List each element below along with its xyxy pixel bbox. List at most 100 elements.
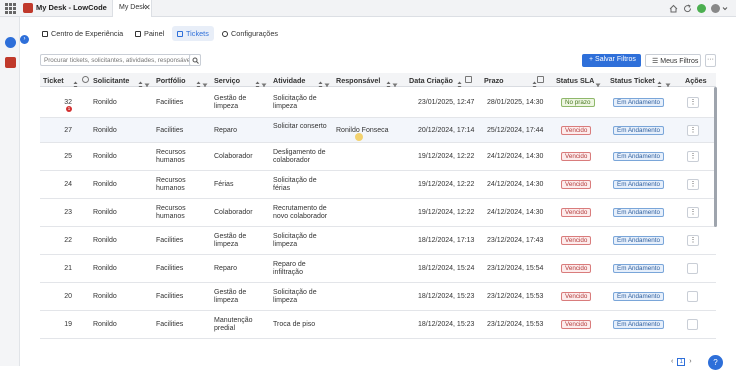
- ticket-status-badge: Em Andamento: [613, 292, 665, 301]
- profile-status-icon[interactable]: [697, 4, 706, 13]
- filter-icon[interactable]: [261, 76, 267, 89]
- my-filters-button[interactable]: ☰ Meus Filtros: [645, 54, 701, 67]
- sort-icon[interactable]: [138, 76, 143, 89]
- refresh-icon[interactable]: [683, 4, 692, 13]
- filter-icon[interactable]: [595, 76, 601, 89]
- row-actions-button[interactable]: ⋮: [687, 235, 699, 246]
- close-icon[interactable]: ✕: [144, 3, 151, 12]
- created-date-cell: 18/12/2024, 15:24: [418, 265, 475, 272]
- ticket-id: 27: [64, 127, 72, 134]
- table-row[interactable]: 20 Ronildo Facilities Gestão de limpeza Soli…: [40, 283, 716, 311]
- column-header[interactable]: Status SLA: [556, 76, 594, 85]
- table-row[interactable]: 19 Ronildo Facilities Manutenção predial Tro…: [40, 311, 716, 339]
- column-header[interactable]: Atividade: [273, 76, 305, 85]
- calendar-icon[interactable]: [465, 76, 472, 83]
- ticket-id: 20: [64, 293, 72, 300]
- filter-icon[interactable]: [144, 76, 150, 89]
- sort-icon[interactable]: [73, 76, 78, 89]
- search-button[interactable]: [189, 54, 201, 66]
- table-row[interactable]: 25 Ronildo Recursos humanos Colaborador Desl…: [40, 143, 716, 171]
- ticket-status-badge: Em Andamento: [613, 236, 665, 245]
- pagination: ‹ 1 ›: [671, 358, 692, 366]
- sort-icon[interactable]: [457, 76, 462, 89]
- portfolio-cell: Recursos humanos: [156, 177, 186, 193]
- activity-cell: Desligamento de colaborador: [273, 149, 326, 165]
- table-row[interactable]: 32 1 Ronildo Facilities Gestão de limpeza Sol…: [40, 87, 716, 118]
- row-actions-button[interactable]: [687, 263, 698, 274]
- row-actions-button[interactable]: ⋮: [687, 97, 699, 108]
- filter-icon[interactable]: [665, 76, 671, 89]
- sort-icon[interactable]: [657, 76, 662, 89]
- tab-label: Centro de Experiência: [51, 29, 124, 38]
- chevron-down-icon[interactable]: [722, 4, 728, 13]
- row-actions-button[interactable]: [687, 291, 698, 302]
- filter-icon[interactable]: [324, 76, 330, 89]
- tab-painel[interactable]: Painel: [130, 26, 169, 41]
- created-date-cell: 19/12/2024, 12:22: [418, 153, 475, 160]
- tab-centro-experiencia[interactable]: Centro de Experiência: [37, 26, 128, 41]
- column-header[interactable]: Ticket: [43, 76, 64, 85]
- column-header[interactable]: Status Ticket: [610, 76, 655, 85]
- search-input[interactable]: [40, 54, 201, 66]
- sort-icon[interactable]: [386, 76, 391, 89]
- row-actions-button[interactable]: [687, 319, 698, 330]
- search-icon[interactable]: [82, 76, 89, 83]
- save-filters-label: Salvar Filtros: [595, 56, 636, 63]
- ticket-status-badge: Em Andamento: [613, 180, 665, 189]
- prev-page-button[interactable]: ‹: [671, 358, 673, 365]
- calendar-icon[interactable]: [537, 76, 544, 83]
- column-header[interactable]: Prazo: [484, 76, 504, 85]
- row-actions-button[interactable]: ⋮: [687, 125, 699, 136]
- tab-tickets[interactable]: Tickets: [172, 26, 214, 41]
- user-icon[interactable]: [5, 37, 16, 48]
- sort-icon[interactable]: [318, 76, 323, 89]
- filter-icon[interactable]: [392, 76, 398, 89]
- notification-badge: 1: [66, 106, 72, 112]
- filter-icon[interactable]: [202, 76, 208, 89]
- due-date-cell: 23/12/2024, 15:53: [487, 321, 544, 328]
- sla-status-badge: Vencido: [561, 152, 592, 161]
- row-actions-button[interactable]: ⋮: [687, 207, 699, 218]
- more-options-button[interactable]: ···: [705, 54, 716, 67]
- scrollbar[interactable]: [714, 87, 717, 227]
- column-header[interactable]: Ações: [685, 76, 707, 85]
- save-filters-button[interactable]: + Salvar Filtros: [582, 54, 641, 67]
- app-shortcut-icon[interactable]: [5, 57, 16, 68]
- portfolio-cell: Facilities: [156, 321, 184, 328]
- portfolio-cell: Facilities: [156, 99, 184, 106]
- column-header[interactable]: Serviço: [214, 76, 240, 85]
- sla-status-badge: Vencido: [561, 292, 592, 301]
- table-row[interactable]: 27 Ronildo Facilities Reparo Solicitar conse…: [40, 118, 716, 143]
- table-row[interactable]: 23 Ronildo Recursos humanos Colaborador Recr…: [40, 199, 716, 227]
- sort-icon[interactable]: [255, 76, 260, 89]
- main-content: Centro de Experiência Painel Tickets Con…: [31, 17, 736, 370]
- home-icon[interactable]: [669, 4, 678, 13]
- table-row[interactable]: 21 Ronildo Facilities Reparo Reparo de infil…: [40, 255, 716, 283]
- column-header[interactable]: Data Criação: [409, 76, 453, 85]
- row-actions-button[interactable]: ⋮: [687, 179, 699, 190]
- tab-my-desk[interactable]: My Desk ✕: [112, 0, 152, 17]
- help-button[interactable]: ?: [708, 355, 723, 370]
- page-number[interactable]: 1: [677, 358, 686, 366]
- service-cell: Férias: [214, 181, 234, 188]
- avatar[interactable]: [711, 4, 720, 13]
- next-page-button[interactable]: ›: [689, 358, 691, 365]
- column-header[interactable]: Solicitante: [93, 76, 129, 85]
- column-header[interactable]: Responsável: [336, 76, 380, 85]
- table-row[interactable]: 24 Ronildo Recursos humanos Férias Solicitaç…: [40, 171, 716, 199]
- activity-cell: Recrutamento de novo colaborador: [273, 205, 328, 221]
- column-header[interactable]: Portfólio: [156, 76, 186, 85]
- activity-cell: Reparo de infiltração: [273, 261, 306, 277]
- row-actions-button[interactable]: ⋮: [687, 151, 699, 162]
- ticket-id: 25: [64, 153, 72, 160]
- tab-configuracoes[interactable]: Configurações: [217, 26, 283, 41]
- sla-status-badge: Vencido: [561, 236, 592, 245]
- ticket-status-badge: Em Andamento: [613, 264, 665, 273]
- apps-grid-icon[interactable]: [5, 3, 16, 14]
- activity-cell: Solicitação de limpeza: [273, 289, 317, 305]
- sidebar-toggle-button[interactable]: ›: [20, 35, 29, 44]
- service-cell: Gestão de limpeza: [214, 233, 247, 249]
- sort-icon[interactable]: [196, 76, 201, 89]
- requester-cell: Ronildo: [93, 209, 117, 216]
- table-row[interactable]: 22 Ronildo Facilities Gestão de limpeza Soli…: [40, 227, 716, 255]
